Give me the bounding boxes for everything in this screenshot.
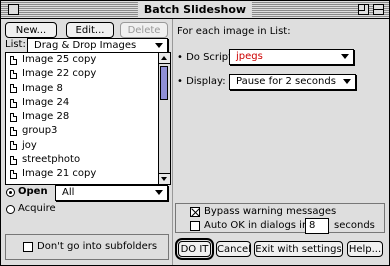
- subfolders-label: Don't go into subfolders: [37, 241, 158, 252]
- do-script-label: • Do Script:: [177, 52, 236, 63]
- do-it-button[interactable]: DO IT: [175, 238, 214, 260]
- document-icon: [10, 112, 17, 122]
- collapse-box[interactable]: [373, 4, 384, 15]
- file-list[interactable]: Image 25 copy Image 22 copy Image 8 Image 2…: [5, 52, 171, 185]
- new-button[interactable]: New...: [5, 22, 57, 38]
- document-icon: [10, 55, 17, 65]
- list-item[interactable]: Image 24: [6, 96, 170, 110]
- list-item-label: joy: [22, 139, 37, 151]
- acquire-radio[interactable]: [6, 205, 15, 214]
- display-text: Display:: [186, 76, 226, 87]
- popup-arrow-icon: [155, 190, 163, 195]
- bypass-checkbox[interactable]: [190, 207, 200, 217]
- filter-popup[interactable]: All: [55, 185, 168, 201]
- list-item[interactable]: streetphoto: [6, 153, 170, 167]
- delete-button: Delete: [120, 22, 168, 38]
- autook-unit: seconds: [334, 220, 375, 231]
- list-item[interactable]: Image 28: [6, 110, 170, 124]
- list-item-label: Image 21 copy: [22, 168, 97, 180]
- document-icon: [10, 184, 17, 185]
- filter-popup-value: All: [62, 187, 75, 198]
- for-each-heading: For each image in List:: [177, 26, 291, 37]
- bypass-label: Bypass warning messages: [204, 206, 337, 217]
- document-icon: [10, 69, 17, 79]
- document-icon: [10, 170, 17, 180]
- exit-with-settings-button[interactable]: Exit with settings: [254, 241, 343, 257]
- list-item[interactable]: joy: [6, 139, 170, 153]
- document-icon: [10, 155, 17, 165]
- popup-arrow-icon: [155, 43, 163, 48]
- title-bar[interactable]: Batch Slideshow: [1, 1, 389, 19]
- close-box[interactable]: [8, 4, 19, 15]
- help-button[interactable]: Help...: [347, 241, 383, 257]
- window-title: Batch Slideshow: [137, 2, 253, 17]
- zoom-box[interactable]: [358, 4, 369, 15]
- document-icon: [10, 127, 17, 137]
- document-icon: [10, 141, 17, 151]
- list-item[interactable]: group3: [6, 124, 170, 138]
- scroll-down-arrow-icon[interactable]: [159, 173, 170, 184]
- subfolders-checkbox[interactable]: [23, 242, 33, 252]
- document-icon: [10, 84, 17, 94]
- display-popup-value: Pause for 2 seconds: [236, 76, 336, 87]
- list-item[interactable]: Image 8: [6, 82, 170, 96]
- display-label: • Display:: [177, 76, 226, 87]
- scroll-up-arrow-icon[interactable]: [159, 53, 170, 64]
- list-item-label: Image 24: [22, 96, 70, 108]
- autook-label: Auto OK in dialogs in: [204, 220, 309, 231]
- autook-checkbox[interactable]: [190, 221, 200, 231]
- batch-slideshow-window: Batch Slideshow New... Edit... Delete Li…: [0, 0, 390, 266]
- list-label: List:: [5, 39, 26, 50]
- open-label: Open: [18, 186, 48, 197]
- display-popup[interactable]: Pause for 2 seconds: [229, 74, 356, 90]
- script-popup-value: jpegs: [236, 51, 263, 62]
- autook-seconds-field[interactable]: 8: [305, 218, 329, 234]
- list-scrollbar[interactable]: [158, 53, 170, 184]
- list-item-label: Image 8: [22, 82, 63, 94]
- script-popup[interactable]: jpegs: [229, 49, 354, 65]
- list-item-label: group3: [22, 125, 58, 137]
- cancel-button[interactable]: Cancel: [216, 241, 251, 257]
- document-icon: [10, 98, 17, 108]
- list-popup-value: Drag & Drop Images: [34, 40, 137, 51]
- popup-arrow-icon: [343, 79, 351, 84]
- open-radio[interactable]: [6, 188, 15, 197]
- edit-button[interactable]: Edit...: [66, 22, 114, 38]
- list-item-label: Image 22 copy: [22, 68, 97, 80]
- popup-arrow-icon: [341, 54, 349, 59]
- scroll-thumb[interactable]: [160, 66, 168, 100]
- list-item[interactable]: Image 21 copy: [6, 167, 170, 181]
- list-item-label: Image 28: [22, 111, 70, 123]
- list-item-label: Image 25 copy: [22, 54, 97, 65]
- list-item-label: streetphoto: [22, 154, 81, 166]
- panel-divider: [172, 19, 173, 265]
- list-item[interactable]: Image 25 copy: [6, 53, 170, 67]
- acquire-label: Acquire: [18, 203, 56, 214]
- list-item[interactable]: Image 22 copy: [6, 67, 170, 81]
